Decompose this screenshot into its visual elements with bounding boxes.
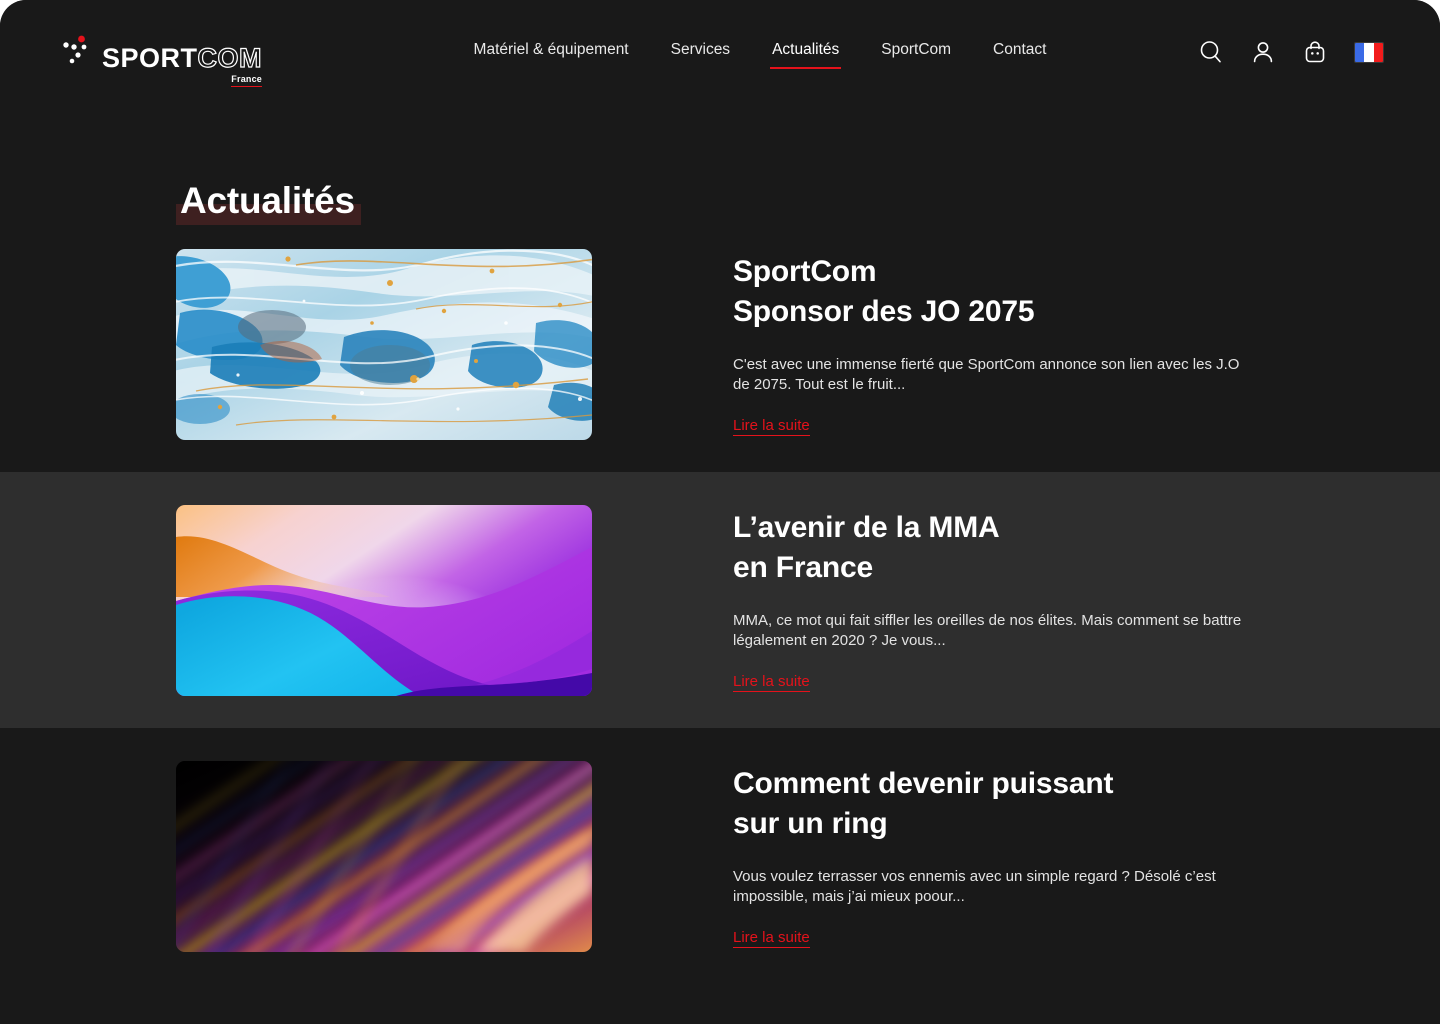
dot-cluster-logo-icon xyxy=(60,33,90,67)
read-more-link[interactable]: Lire la suite xyxy=(733,673,810,692)
page-title-section: Actualités xyxy=(0,104,1440,225)
read-more-link[interactable]: Lire la suite xyxy=(733,929,810,948)
search-icon[interactable] xyxy=(1198,39,1224,65)
article-excerpt: MMA, ce mot qui fait siffler les oreille… xyxy=(733,611,1242,649)
article-row: Comment devenir puissant sur un ring Vou… xyxy=(0,728,1440,984)
read-more-link[interactable]: Lire la suite xyxy=(733,417,810,436)
nav-item-actualites[interactable]: Actualités xyxy=(770,35,842,69)
colorful-light-streaks-thumbnail[interactable] xyxy=(176,760,592,952)
blue-marble-fluid-art-thumbnail[interactable] xyxy=(176,248,592,440)
article-row: L’avenir de la MMA en France MMA, ce mot… xyxy=(0,472,1440,728)
brand-wordmark: SPORTCOM France xyxy=(102,42,263,87)
article-title: Comment devenir puissant sur un ring xyxy=(733,767,1114,841)
article-excerpt: Vous voulez terrasser vos ennemis avec u… xyxy=(733,867,1216,905)
brand-name-outline: COM xyxy=(197,42,263,73)
flag-band-blue xyxy=(1354,42,1365,62)
main-navigation: Matériel & équipement Services Actualité… xyxy=(412,35,1049,69)
article-content: Comment devenir puissant sur un ring Vou… xyxy=(592,764,1440,948)
nav-item-sportcom[interactable]: SportCom xyxy=(879,35,953,69)
flag-band-white xyxy=(1364,42,1374,62)
flag-band-red xyxy=(1373,42,1383,62)
article-title: SportCom Sponsor des JO 2075 xyxy=(733,255,1035,329)
article-row: SportCom Sponsor des JO 2075 C'est avec … xyxy=(0,216,1440,472)
purple-orange-gradient-wave-thumbnail[interactable] xyxy=(176,504,592,696)
article-title: L’avenir de la MMA en France xyxy=(733,511,1000,585)
site-header: SPORTCOM France Matériel & équipement Se… xyxy=(0,0,1440,104)
nav-item-services[interactable]: Services xyxy=(669,35,732,69)
news-article-list: SportCom Sponsor des JO 2075 C'est avec … xyxy=(0,216,1440,984)
article-content: L’avenir de la MMA en France MMA, ce mot… xyxy=(592,508,1440,692)
user-account-icon[interactable] xyxy=(1250,39,1276,65)
header-actions xyxy=(1198,39,1384,65)
nav-item-materiel-equipement[interactable]: Matériel & équipement xyxy=(472,35,631,69)
france-flag-icon[interactable] xyxy=(1353,41,1384,63)
article-content: SportCom Sponsor des JO 2075 C'est avec … xyxy=(592,252,1440,436)
page-root: SPORTCOM France Matériel & équipement Se… xyxy=(0,0,1440,1024)
brand-logo[interactable]: SPORTCOM France xyxy=(60,33,263,87)
shopping-bag-icon[interactable] xyxy=(1302,39,1328,65)
nav-item-contact[interactable]: Contact xyxy=(991,35,1048,69)
page-title-text: Actualités xyxy=(180,180,355,221)
brand-sublabel: France xyxy=(231,74,263,87)
page-title: Actualités xyxy=(176,180,361,225)
brand-name-solid: SPORT xyxy=(102,42,198,73)
article-excerpt: C'est avec une immense fierté que SportC… xyxy=(733,355,1240,393)
